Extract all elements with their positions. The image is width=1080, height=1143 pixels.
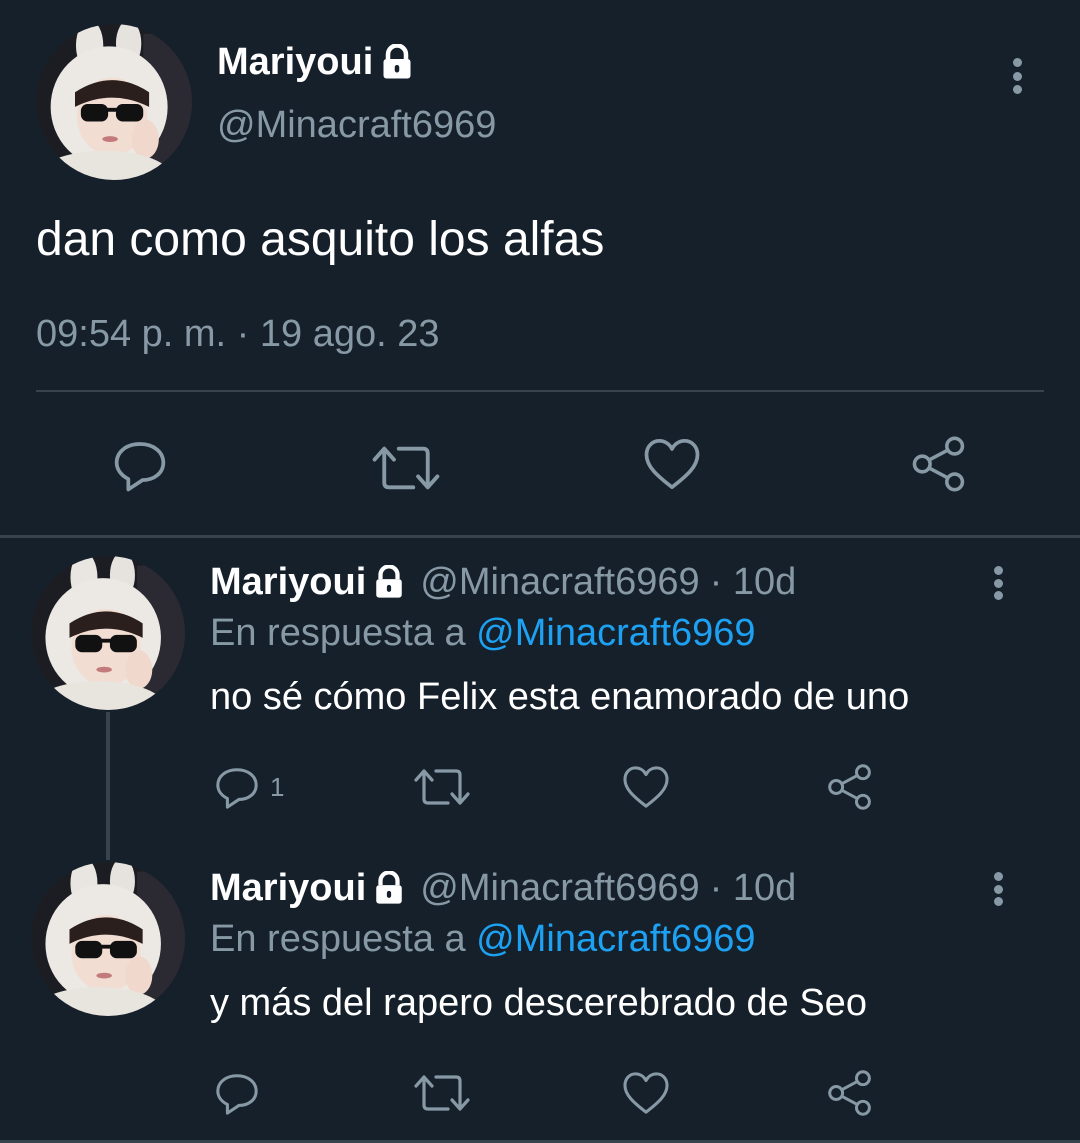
reply-to-mention[interactable]: @Minacraft6969 xyxy=(476,612,755,654)
display-name[interactable]: Mariyoui xyxy=(210,561,366,604)
dot-icon xyxy=(993,897,1003,906)
reply-tweet: Mariyoui @Minacraft6969 · 10d En respues… xyxy=(0,538,1080,838)
dot-icon xyxy=(993,872,1003,881)
like-button[interactable] xyxy=(622,764,670,810)
reply-to-mention[interactable]: @Minacraft6969 xyxy=(476,918,755,960)
dot-icon xyxy=(993,591,1003,600)
tweet-age[interactable]: · 10d xyxy=(710,561,797,604)
retweet-icon xyxy=(414,1069,470,1117)
share-button[interactable] xyxy=(826,1068,874,1118)
reply-icon xyxy=(214,764,260,810)
author-line: Mariyoui @Minacraft6969 · 10d xyxy=(210,558,796,606)
tweet-text: dan como asquito los alfas xyxy=(36,213,605,266)
reply-context: En respuesta a @Minacraft6969 xyxy=(210,918,756,961)
like-button[interactable] xyxy=(622,1070,670,1116)
dot-icon xyxy=(1012,71,1022,81)
handle[interactable]: @Minacraft6969 xyxy=(420,867,699,910)
share-button[interactable] xyxy=(826,762,874,812)
reply-icon xyxy=(214,1070,260,1116)
share-icon xyxy=(826,763,874,811)
tweet-text: no sé cómo Felix esta enamorado de uno xyxy=(210,676,910,718)
display-name[interactable]: Mariyoui xyxy=(210,867,366,910)
like-icon xyxy=(622,765,670,809)
dot-icon xyxy=(993,578,1003,588)
retweet-button[interactable] xyxy=(414,1070,470,1116)
dot-icon xyxy=(1012,58,1022,67)
timestamp[interactable]: 09:54 p. m. · 19 ago. 23 xyxy=(36,313,440,356)
reply-button[interactable]: 1 xyxy=(214,762,284,812)
dot-icon xyxy=(1012,85,1022,94)
handle[interactable]: @Minacraft6969 xyxy=(217,104,496,147)
tweet-text: y más del rapero descerebrado de Seo xyxy=(210,982,867,1024)
dot-icon xyxy=(993,884,1003,894)
display-name[interactable]: Mariyoui xyxy=(217,41,373,84)
lock-icon xyxy=(379,44,415,80)
retweet-button[interactable] xyxy=(372,440,442,496)
divider xyxy=(36,390,1044,392)
reply-tweet: Mariyoui @Minacraft6969 · 10d En respues… xyxy=(0,844,1080,1140)
retweet-icon xyxy=(414,763,470,811)
author-line: Mariyoui @Minacraft6969 · 10d xyxy=(210,864,796,912)
like-icon xyxy=(643,437,701,491)
more-options-button[interactable] xyxy=(1011,58,1023,94)
dot-icon xyxy=(993,566,1003,575)
share-icon xyxy=(826,1069,874,1117)
author-line: Mariyoui xyxy=(217,38,415,86)
more-options-button[interactable] xyxy=(992,566,1004,600)
retweet-icon xyxy=(372,439,440,497)
avatar[interactable] xyxy=(31,556,185,710)
like-button[interactable] xyxy=(643,436,703,492)
reply-icon xyxy=(112,437,168,493)
share-icon xyxy=(910,435,968,493)
reply-count: 1 xyxy=(270,771,285,802)
lock-icon xyxy=(372,871,406,905)
tweet-age[interactable]: · 10d xyxy=(710,867,797,910)
retweet-button[interactable] xyxy=(414,764,470,810)
handle[interactable]: @Minacraft6969 xyxy=(420,561,699,604)
lock-icon xyxy=(372,565,406,599)
reply-prefix: En respuesta a xyxy=(210,918,466,960)
main-tweet: Mariyoui @Minacraft6969 dan como asquito… xyxy=(0,0,1080,535)
avatar[interactable] xyxy=(36,24,192,180)
reply-button[interactable] xyxy=(112,436,170,494)
reply-prefix: En respuesta a xyxy=(210,612,466,654)
avatar[interactable] xyxy=(31,862,185,1016)
share-button[interactable] xyxy=(910,434,970,494)
reply-context: En respuesta a @Minacraft6969 xyxy=(210,612,756,655)
more-options-button[interactable] xyxy=(992,872,1004,906)
like-icon xyxy=(622,1071,670,1115)
reply-button[interactable] xyxy=(214,1068,260,1118)
